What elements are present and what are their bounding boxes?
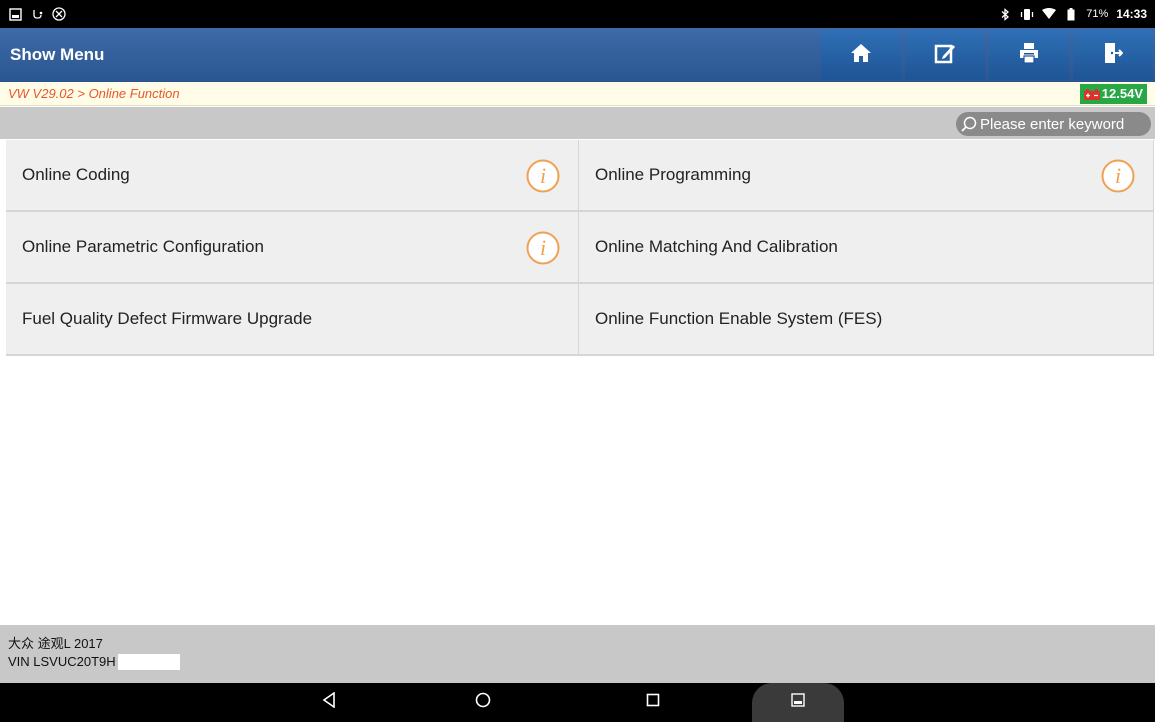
svg-text:i: i: [540, 235, 546, 260]
menu-item-label: Fuel Quality Defect Firmware Upgrade: [22, 309, 313, 328]
battery-percent: 71%: [1086, 8, 1109, 20]
vibrate-off-icon: [52, 7, 66, 21]
vibrate-icon: [1020, 7, 1034, 21]
print-icon: [1018, 42, 1040, 69]
edit-icon: [934, 42, 956, 69]
breadcrumb: VW V29.02 > Online Function: [8, 86, 180, 101]
search-input[interactable]: [980, 115, 1150, 133]
vin-text: VIN LSVUC20T9H: [8, 654, 116, 669]
car-battery-icon: [1083, 88, 1100, 100]
vehicle-name: 大众 途观L 2017: [8, 636, 103, 651]
wifi-icon: [1042, 7, 1057, 21]
exit-button[interactable]: [1073, 30, 1153, 80]
home-icon: [850, 43, 872, 68]
back-icon: [322, 691, 336, 713]
info-icon[interactable]: i: [1101, 159, 1135, 193]
recents-icon: [646, 693, 660, 712]
search-box[interactable]: [956, 112, 1151, 136]
battery-icon: [1064, 7, 1078, 21]
menu-item-online-programming[interactable]: Online Programming i: [579, 140, 1154, 212]
gallery-icon: [8, 7, 22, 21]
menu-item-label: Online Programming: [595, 165, 751, 184]
usb-debug-icon: [30, 7, 44, 21]
info-icon[interactable]: i: [526, 159, 560, 193]
menu-item-label: Online Function Enable System (FES): [595, 309, 883, 328]
svg-text:i: i: [540, 163, 546, 188]
menu-item-fuel-quality-firmware-upgrade[interactable]: Fuel Quality Defect Firmware Upgrade: [6, 284, 579, 356]
navigation-bar: [0, 683, 1155, 722]
menu-item-online-fes[interactable]: Online Function Enable System (FES): [579, 284, 1154, 356]
header-toolbar: [821, 28, 1155, 82]
search-icon: [960, 115, 978, 133]
menu-item-label: Online Coding: [22, 165, 130, 184]
search-bar: [0, 107, 1155, 139]
edit-button[interactable]: [905, 30, 985, 80]
exit-icon: [1103, 42, 1124, 69]
screenshot-icon: [791, 693, 805, 712]
app-header: Show Menu: [0, 28, 1155, 82]
page-title: Show Menu: [10, 45, 105, 64]
status-bar: 71% 14:33: [0, 0, 1155, 28]
menu-item-online-coding[interactable]: Online Coding i: [6, 140, 579, 212]
screen: 71% 14:33 Show Menu VW V29.02 > Online F…: [0, 0, 1155, 722]
screenshot-button[interactable]: [752, 683, 844, 722]
info-icon[interactable]: i: [526, 231, 560, 265]
menu-item-label: Online Parametric Configuration: [22, 237, 264, 256]
svg-text:i: i: [1115, 163, 1121, 188]
menu-item-label: Online Matching And Calibration: [595, 237, 838, 256]
vehicle-info-footer: 大众 途观L 2017 VIN LSVUC20T9H: [0, 625, 1155, 683]
breadcrumb-bar: VW V29.02 > Online Function 12.54V: [0, 82, 1155, 106]
home-nav-button[interactable]: [468, 683, 498, 722]
voltage-badge: 12.54V: [1079, 83, 1147, 104]
recents-button[interactable]: [638, 683, 668, 722]
print-button[interactable]: [989, 30, 1069, 80]
clock: 14:33: [1116, 7, 1147, 21]
vin-row: VIN LSVUC20T9H: [8, 653, 1155, 671]
vin-redaction: [117, 654, 180, 670]
menu-grid: Online Coding i Online Programming i Onl…: [6, 140, 1154, 356]
home-button[interactable]: [821, 30, 901, 80]
voltage-value: 12.54V: [1101, 86, 1143, 101]
menu-item-online-matching-calibration[interactable]: Online Matching And Calibration: [579, 212, 1154, 284]
home-circle-icon: [475, 692, 491, 713]
bluetooth-icon: [998, 7, 1012, 21]
menu-item-online-parametric-configuration[interactable]: Online Parametric Configuration i: [6, 212, 579, 284]
back-button[interactable]: [314, 683, 344, 722]
